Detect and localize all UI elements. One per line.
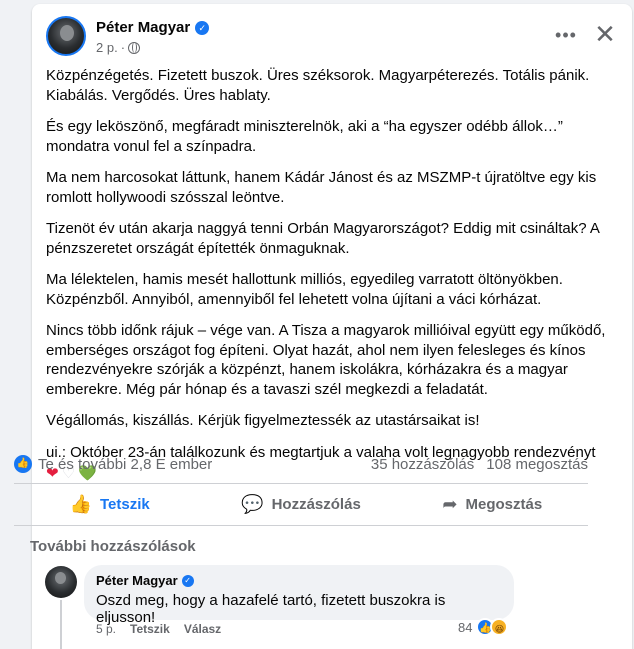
post-actions: 👍 Tetszik 💬 Hozzászólás ➦ Megosztás: [14, 486, 588, 522]
meta-separator: ·: [120, 40, 126, 55]
verified-badge-icon: ✓: [195, 20, 210, 35]
verified-badge-icon: ✓: [181, 574, 194, 587]
comment-author-avatar[interactable]: [45, 566, 77, 598]
share-arrow-icon: ➦: [442, 493, 458, 514]
author-avatar[interactable]: [46, 16, 86, 56]
stats-counts: 35 hozzászólás 108 megosztás: [371, 456, 588, 473]
comment-reaction-count: 84: [458, 619, 473, 635]
comment-button[interactable]: 💬 Hozzászólás: [205, 486, 396, 522]
post-body: Közpénzégetés. Fizetett buszok. Üres szé…: [46, 66, 620, 484]
more-horizontal-icon[interactable]: •••: [552, 22, 580, 50]
comment-bubble: Péter Magyar ✓ Oszd meg, hogy a hazafelé…: [84, 565, 514, 626]
post-paragraph: És egy leköszönő, megfáradt minisztereln…: [46, 118, 563, 155]
comment-count[interactable]: 35 hozzászólás: [371, 456, 474, 473]
comment-reactions[interactable]: 84 👍 😆: [458, 618, 509, 636]
post-paragraph: Végállomás, kiszállás. Kérjük figyelmezt…: [46, 412, 480, 429]
thumbs-up-icon: 👍: [69, 493, 92, 514]
post-paragraph: Közpénzégetés. Fizetett buszok. Üres szé…: [46, 67, 590, 104]
post-paragraph: Ma lélektelen, hamis mesét hallottunk mi…: [46, 271, 563, 308]
post-stats: 👍 Te és további 2,8 E ember 35 hozzászól…: [14, 454, 588, 476]
like-button[interactable]: 👍 Tetszik: [14, 486, 205, 522]
author-name[interactable]: Péter Magyar: [96, 19, 190, 36]
post-paragraph: Ma nem harcosokat láttunk, hanem Kádár J…: [46, 169, 597, 206]
comment-meta: 5 p. Tetszik Válasz: [96, 622, 221, 636]
post-time[interactable]: 2 p.: [96, 40, 118, 55]
comment-author-name[interactable]: Péter Magyar: [96, 573, 178, 588]
haha-reaction-icon: 😆: [490, 618, 509, 636]
more-comments-link[interactable]: További hozzászólások: [30, 538, 196, 555]
author-name-row: Péter Magyar ✓: [96, 19, 210, 36]
share-count[interactable]: 108 megosztás: [486, 456, 588, 473]
like-label: Tetszik: [100, 495, 150, 513]
post-meta: 2 p. ·: [96, 40, 141, 55]
comment-time[interactable]: 5 p.: [96, 622, 116, 636]
close-icon[interactable]: ✕: [590, 20, 620, 50]
post-paragraph: Nincs több időnk rájuk – vége van. A Tis…: [46, 322, 606, 398]
comment-label: Hozzászólás: [271, 495, 361, 513]
comment-text: Oszd meg, hogy a hazafelé tartó, fizetet…: [96, 592, 446, 626]
like-reaction-icon: 👍: [14, 455, 32, 473]
comment-reply-button[interactable]: Válasz: [184, 622, 221, 636]
divider: [14, 525, 588, 526]
post-paragraph: Tizenöt év után akarja naggyá tenni Orbá…: [46, 220, 600, 257]
comment-like-button[interactable]: Tetszik: [130, 622, 170, 636]
post-header: Péter Magyar ✓ 2 p. · ••• ✕: [46, 16, 622, 60]
globe-icon: [128, 41, 141, 54]
comment-bubble-icon: 💬: [241, 493, 264, 514]
share-label: Megosztás: [465, 495, 543, 513]
comment-thread-line: [60, 600, 62, 649]
reaction-summary[interactable]: Te és további 2,8 E ember: [38, 456, 212, 473]
divider: [14, 483, 588, 484]
share-button[interactable]: ➦ Megosztás: [397, 486, 588, 522]
comment-author-row: Péter Magyar ✓: [96, 573, 502, 588]
